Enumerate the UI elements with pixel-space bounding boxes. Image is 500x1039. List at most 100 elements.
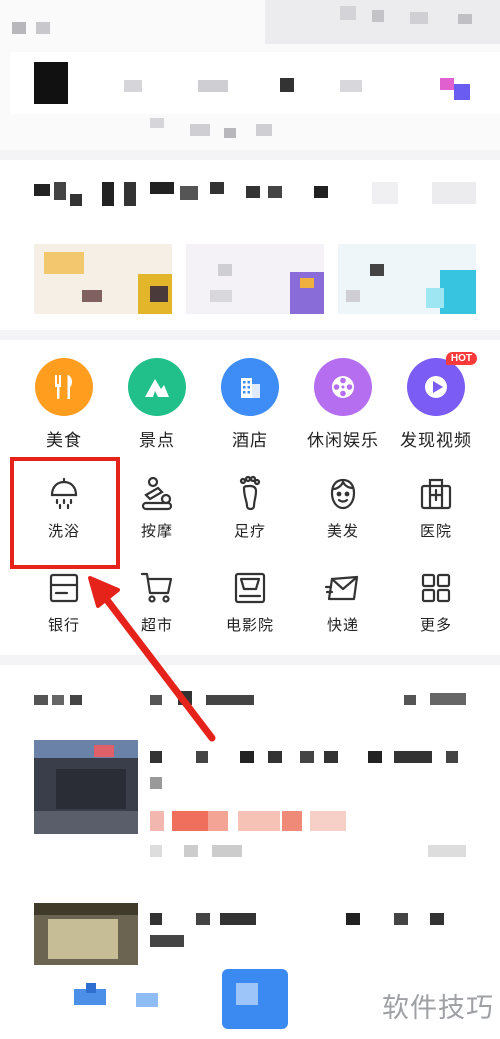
service-icon-wrap xyxy=(323,474,363,514)
pixelated-tab[interactable] xyxy=(246,186,260,198)
pixelated-logo xyxy=(34,62,68,104)
service-label: 医院 xyxy=(419,522,452,540)
play-icon xyxy=(425,376,447,398)
pixelated-heading xyxy=(178,691,192,705)
pixelated-text xyxy=(150,913,162,925)
service-label: 电影院 xyxy=(225,616,274,634)
pixelated-text xyxy=(220,913,256,925)
category-scenic[interactable]: 景点 xyxy=(107,358,207,451)
pixelated-block xyxy=(12,22,26,34)
pixelated-heading xyxy=(52,695,64,705)
pixelated-block xyxy=(340,80,362,92)
pixelated-block xyxy=(150,118,164,128)
massage-icon xyxy=(141,476,173,511)
pixelated-heading xyxy=(404,695,416,705)
pixelated-text xyxy=(430,913,444,925)
pixelated-block xyxy=(224,128,236,138)
category-hotel[interactable]: 酒店 xyxy=(200,358,300,451)
service-label: 按摩 xyxy=(140,522,173,540)
pixelated-thumbnail xyxy=(48,919,118,959)
pixelated-thumbnail xyxy=(150,286,168,302)
pixelated-thumbnail xyxy=(440,270,476,314)
pixelated-thumbnail xyxy=(34,811,138,834)
pixelated-tag xyxy=(282,811,302,831)
service-label: 美发 xyxy=(326,522,359,540)
building-icon xyxy=(241,378,260,398)
pixelated-title xyxy=(150,182,174,194)
pixelated-text xyxy=(212,845,242,857)
service-massage[interactable]: 按摩 xyxy=(107,474,207,541)
pixelated-brand-mark xyxy=(440,78,454,90)
pixelated-thumbnail xyxy=(44,252,84,274)
pixelated-nav-item[interactable] xyxy=(136,993,158,1007)
hot-badge: HOT xyxy=(445,352,477,365)
service-hair[interactable]: 美发 xyxy=(293,474,393,541)
pixelated-tag xyxy=(172,811,208,831)
pixelated-text xyxy=(324,751,338,763)
pixelated-block xyxy=(372,10,384,22)
category-label: 酒店 xyxy=(232,431,268,451)
pixelated-block xyxy=(198,80,228,92)
service-supermarket[interactable]: 超市 xyxy=(107,568,207,635)
pixelated-title xyxy=(210,182,224,194)
pixelated-heading xyxy=(206,695,254,705)
pixelated-block xyxy=(256,124,272,136)
pixelated-text xyxy=(150,777,162,789)
pixelated-thumbnail xyxy=(218,264,232,276)
pixelated-tag xyxy=(238,811,280,831)
pixelated-thumbnail xyxy=(426,288,444,308)
pixelated-thumbnail xyxy=(210,290,232,302)
face-icon xyxy=(330,478,356,510)
pixelated-nav-item[interactable] xyxy=(86,983,96,993)
bank-card-icon xyxy=(49,573,79,603)
service-label: 足疗 xyxy=(233,522,266,540)
service-bank[interactable]: 银行 xyxy=(14,568,114,635)
pixelated-block xyxy=(124,80,142,92)
category-food[interactable]: 美食 xyxy=(14,358,114,451)
pixelated-thumbnail xyxy=(56,769,126,809)
service-icon-wrap xyxy=(230,568,270,608)
category-label: 休闲娱乐 xyxy=(307,431,379,451)
service-label: 更多 xyxy=(419,616,452,634)
pixelated-text xyxy=(300,751,314,763)
pixelated-text xyxy=(196,751,208,763)
pixelated-block xyxy=(458,14,472,24)
pixelated-heading xyxy=(150,695,162,705)
service-cinema[interactable]: 电影院 xyxy=(200,568,300,635)
service-label: 快递 xyxy=(326,616,359,634)
service-more[interactable]: 更多 xyxy=(386,568,486,635)
pixelated-title xyxy=(70,194,82,206)
pixelated-title xyxy=(34,184,50,196)
film-reel-icon xyxy=(332,376,354,398)
top-header-card xyxy=(0,0,500,150)
service-icon-wrap xyxy=(44,568,84,608)
service-express[interactable]: 快递 xyxy=(293,568,393,635)
pixelated-tab[interactable] xyxy=(314,186,328,198)
pixelated-heading xyxy=(70,695,82,705)
category-label: 发现视频 xyxy=(400,431,472,451)
pixelated-block xyxy=(340,6,356,20)
pixelated-thumbnail xyxy=(34,903,138,915)
pixelated-tab[interactable] xyxy=(432,182,476,204)
pixelated-thumbnail xyxy=(94,745,114,757)
pixelated-nav-center xyxy=(236,983,258,1005)
category-hotel-circle xyxy=(221,358,279,416)
watermark-text: 软件技巧 xyxy=(382,993,494,1024)
service-foot[interactable]: 足疗 xyxy=(200,474,300,541)
pixelated-tag xyxy=(310,811,346,831)
category-leisure[interactable]: 休闲娱乐 xyxy=(293,358,393,451)
pixelated-text xyxy=(268,751,282,763)
express-envelope-icon xyxy=(324,575,359,601)
pixelated-tab[interactable] xyxy=(372,182,398,204)
category-video-circle: HOT xyxy=(407,352,477,416)
pixelated-tab[interactable] xyxy=(268,186,282,198)
category-leisure-circle xyxy=(314,358,372,416)
category-video[interactable]: HOT 发现视频 xyxy=(386,352,486,451)
pixelated-text xyxy=(150,751,162,763)
service-hospital[interactable]: 医院 xyxy=(386,474,486,541)
cinema-icon xyxy=(234,572,266,604)
pixelated-text xyxy=(446,751,458,763)
fork-knife-icon xyxy=(55,375,73,399)
ranking-card xyxy=(0,160,500,330)
pixelated-thumbnail xyxy=(34,740,138,758)
